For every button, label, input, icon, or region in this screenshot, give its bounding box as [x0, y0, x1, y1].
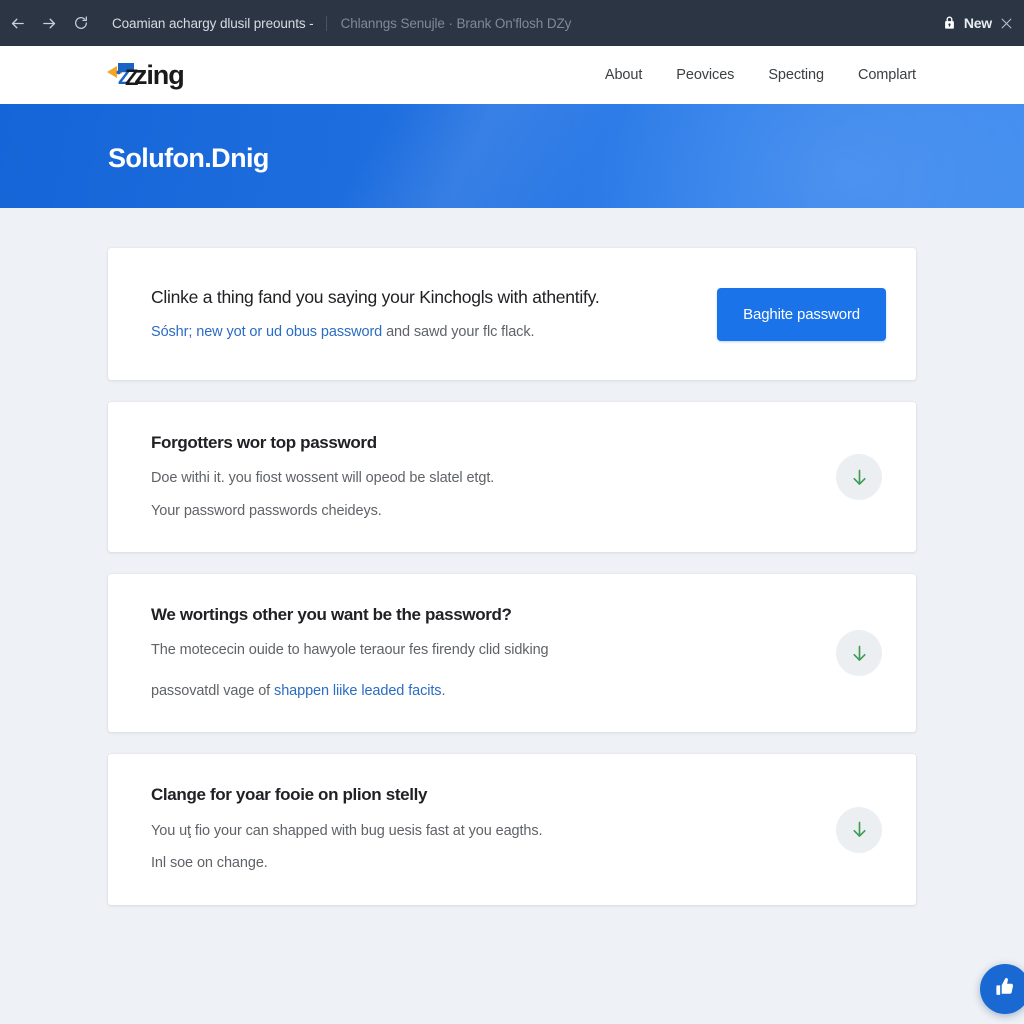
- close-icon[interactable]: [999, 16, 1014, 31]
- change-password-button[interactable]: Baghite password: [717, 287, 886, 341]
- nav-link-specting[interactable]: Specting: [768, 67, 824, 83]
- feedback-fab-button[interactable]: [980, 964, 1024, 1014]
- help-card-line: You uţ fio your can shapped with bug ues…: [151, 822, 543, 839]
- help-card-title: We wortings other you want be the passwo…: [151, 605, 512, 625]
- site-header: Z Z zing About Peovices Specting Complar…: [0, 46, 1024, 104]
- page-title: Solufon.Dnig: [108, 142, 269, 173]
- main-content: Clinke a thing fand you saying your Kinc…: [0, 208, 1024, 905]
- help-card-link-prefix: passovatdl vage of: [151, 682, 275, 699]
- help-card-line: Inl soe on change.: [151, 855, 268, 872]
- prompt-headline: Clinke a thing fand you saying your Kinc…: [151, 287, 600, 307]
- help-card-copy: Clange for yoar fooiе on plion stelly Yo…: [151, 784, 836, 874]
- site-nav: About Peovices Specting Complart: [605, 67, 916, 83]
- reload-icon[interactable]: [68, 10, 94, 36]
- browser-tab-active[interactable]: Coamian achargy dlusil preounts -: [104, 16, 326, 31]
- prompt-subline-tail: and sawd your flc flack.: [382, 323, 535, 340]
- prompt-subline: Sóshr; new yot or ud obus password and s…: [151, 322, 697, 342]
- nav-link-complart[interactable]: Complart: [858, 67, 916, 83]
- help-card-line: Your password passwords cheideys.: [151, 502, 382, 519]
- help-card-copy: We wortings other you want be the passwo…: [151, 604, 836, 702]
- prompt-copy: Clinke a thing fand you saying your Kinc…: [151, 286, 717, 342]
- help-card-line: The motececin ouide to hawyole teraour f…: [151, 642, 549, 659]
- download-arrow-icon[interactable]: [836, 630, 882, 677]
- site-logo-text: zing: [134, 59, 185, 90]
- help-card-line-with-link: passovatdl vage of shappen liike leaded …: [151, 680, 812, 702]
- browser-nav-buttons: [4, 10, 104, 36]
- help-card-inline-link[interactable]: shappen liike leaded facits: [274, 683, 441, 699]
- help-card-line: Doe withi it. you fiost wossent will ope…: [151, 470, 495, 487]
- browser-chrome: Coamian achargy dlusil preounts - Chlann…: [0, 0, 1024, 46]
- help-card-title: Forgotters wor top password: [151, 433, 377, 453]
- help-card-title: Clange for yoar fooiе on plion stelly: [151, 785, 428, 805]
- help-card-link-tail: .: [441, 682, 446, 699]
- browser-tab-strip: Coamian achargy dlusil preounts - Chlann…: [104, 15, 942, 31]
- help-card-copy: Forgotters wor top password Doe withi it…: [151, 432, 836, 522]
- password-prompt-card: Clinke a thing fand you saying your Kinc…: [108, 248, 916, 381]
- forward-arrow-icon[interactable]: [36, 10, 62, 36]
- prompt-inline-link[interactable]: Sóshr; new yot or ud obus password: [151, 324, 382, 340]
- thumbs-up-icon: [994, 976, 1016, 1003]
- help-card-other-password[interactable]: We wortings other you want be the passwo…: [108, 574, 916, 733]
- download-arrow-icon[interactable]: [836, 806, 882, 853]
- browser-tab-inactive[interactable]: Chlanngs Senujle · Brank On'flosh DZy: [325, 15, 584, 31]
- browser-chrome-right: New: [942, 15, 1014, 31]
- nav-link-peovices[interactable]: Peovices: [676, 67, 734, 83]
- back-arrow-icon[interactable]: [4, 10, 30, 36]
- new-tab-label[interactable]: New: [964, 15, 992, 31]
- help-card-forgot-password[interactable]: Forgotters wor top password Doe withi it…: [108, 402, 916, 553]
- download-arrow-icon[interactable]: [836, 454, 882, 501]
- nav-link-about[interactable]: About: [605, 67, 643, 83]
- hero-banner: Solufon.Dnig: [0, 104, 1024, 208]
- lock-icon: [942, 15, 957, 31]
- site-logo[interactable]: Z Z zing: [106, 60, 190, 90]
- help-card-change-settings[interactable]: Clange for yoar fooiе on plion stelly Yo…: [108, 754, 916, 905]
